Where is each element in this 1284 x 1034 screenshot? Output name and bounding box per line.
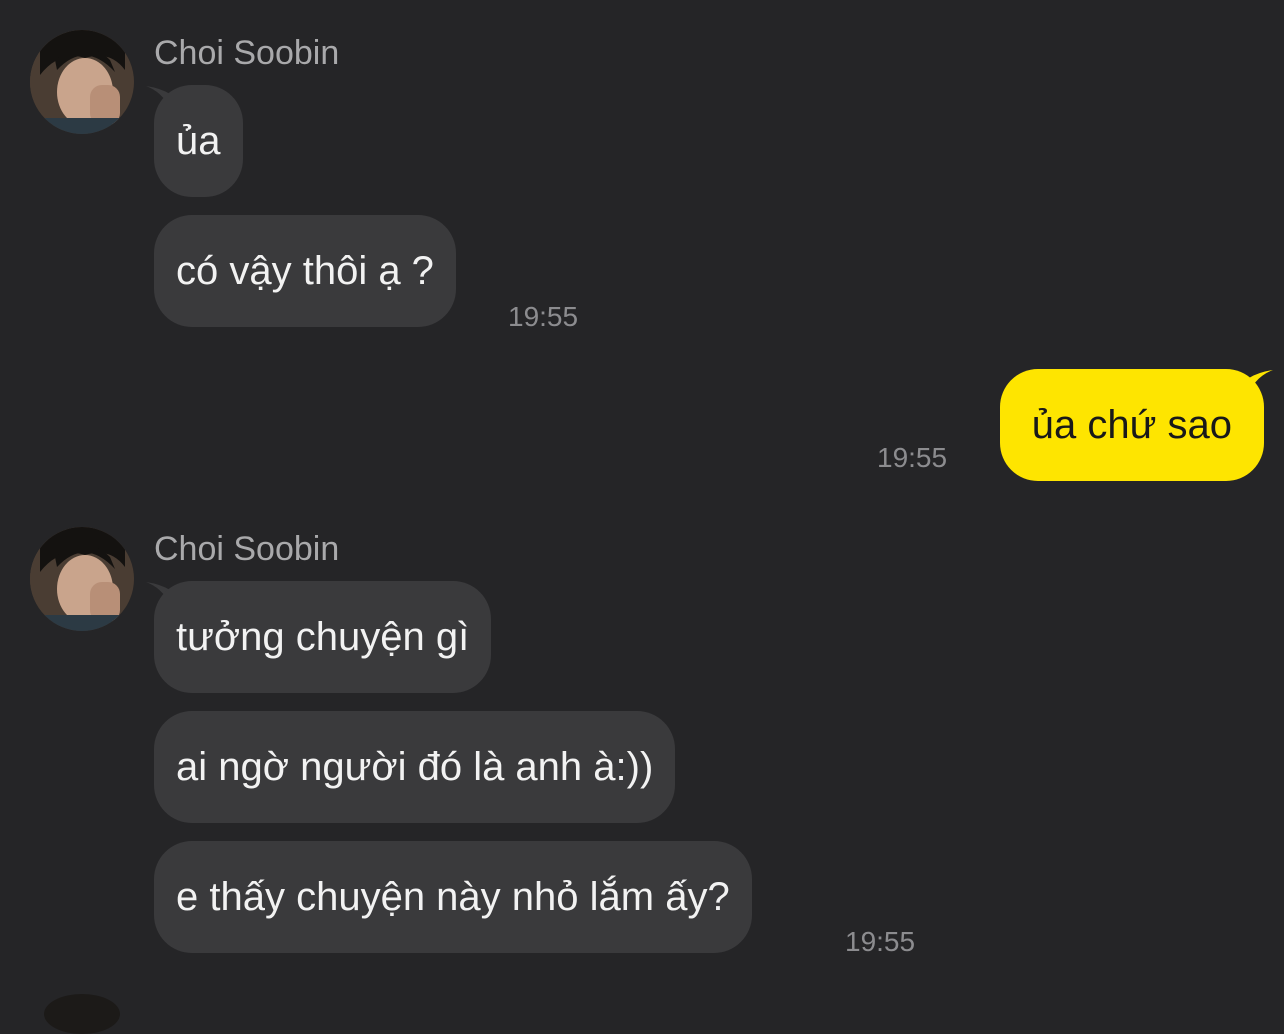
message-bubble[interactable]: tưởng chuyện gì: [154, 581, 492, 693]
avatar-photo-icon: [30, 30, 134, 134]
message-text: ủa: [176, 118, 221, 163]
sender-name: Choi Soobin: [154, 530, 340, 568]
message-text: ai ngờ người đó là anh à:)): [176, 744, 654, 789]
message-text: ủa chứ sao: [1031, 402, 1232, 447]
message-bubble[interactable]: có vậy thôi ạ ?: [154, 215, 456, 327]
sender-avatar[interactable]: [30, 30, 134, 134]
message-bubble[interactable]: ủa: [154, 85, 243, 197]
message-text: e thấy chuyện này nhỏ lắm ấy?: [176, 874, 730, 919]
message-timestamp: 19:55: [845, 926, 916, 957]
message-text: tưởng chuyện gì: [176, 614, 470, 659]
bubble-tail: [1249, 370, 1273, 392]
message-bubble-outgoing[interactable]: ủa chứ sao: [999, 369, 1264, 481]
sender-avatar[interactable]: [30, 527, 134, 631]
message-bubble[interactable]: ai ngờ người đó là anh à:)): [154, 711, 676, 823]
message-text: có vậy thôi ạ ?: [176, 248, 434, 293]
avatar-photo-icon: [30, 527, 134, 631]
message-timestamp: 19:55: [877, 442, 948, 473]
message-timestamp: 19:55: [508, 301, 579, 332]
next-sender-avatar: [44, 994, 120, 1034]
sender-name: Choi Soobin: [154, 34, 340, 72]
message-bubble[interactable]: e thấy chuyện này nhỏ lắm ấy?: [154, 841, 752, 953]
